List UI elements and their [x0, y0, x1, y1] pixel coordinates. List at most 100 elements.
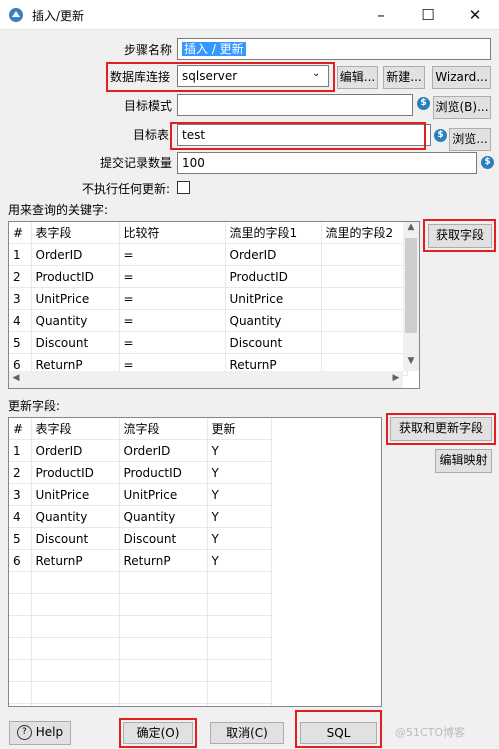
table-cell[interactable]: UnitPrice: [31, 287, 120, 310]
table-row[interactable]: 3 UnitPrice UnitPrice Y: [9, 483, 272, 506]
table-cell[interactable]: ProductID: [31, 265, 120, 288]
table-row[interactable]: 1 OrderID OrderID Y: [9, 439, 272, 462]
table-cell[interactable]: =: [119, 331, 226, 354]
table-cell[interactable]: Y: [207, 527, 272, 550]
column-header[interactable]: #: [9, 222, 32, 244]
target-schema-label: 目标模式: [124, 99, 173, 113]
minimize-icon[interactable]: –: [358, 0, 404, 30]
target-schema-input[interactable]: [177, 94, 413, 116]
table-cell[interactable]: UnitPrice: [31, 483, 120, 506]
table-cell[interactable]: Y: [207, 439, 272, 462]
table-row[interactable]: [9, 593, 272, 616]
column-header[interactable]: 比较符: [119, 222, 226, 244]
table-row[interactable]: [9, 681, 272, 704]
new-connection-button[interactable]: 新建...: [383, 66, 425, 89]
close-icon[interactable]: ✕: [452, 0, 498, 30]
table-cell[interactable]: [321, 331, 408, 354]
cancel-button[interactable]: 取消(C): [210, 722, 284, 744]
table-row[interactable]: [9, 615, 272, 638]
table-cell[interactable]: [321, 287, 408, 310]
column-header[interactable]: 流字段: [119, 418, 208, 440]
wizard-button[interactable]: Wizard...: [432, 66, 491, 89]
keys-horizontal-scrollbar[interactable]: ◀ ▶: [9, 371, 403, 388]
db-connection-select[interactable]: sqlserver: [177, 65, 329, 87]
table-cell[interactable]: Y: [207, 549, 272, 572]
table-row[interactable]: 3 UnitPrice = UnitPrice: [9, 287, 408, 310]
table-cell[interactable]: Discount: [31, 527, 120, 550]
column-header[interactable]: 表字段: [31, 222, 120, 244]
scroll-thumb[interactable]: [405, 238, 417, 333]
column-header[interactable]: 表字段: [31, 418, 120, 440]
get-update-fields-button[interactable]: 获取和更新字段: [390, 417, 492, 441]
table-cell[interactable]: UnitPrice: [225, 287, 322, 310]
table-row[interactable]: 4 Quantity Quantity Y: [9, 505, 272, 528]
table-cell[interactable]: =: [119, 243, 226, 266]
table-cell[interactable]: =: [119, 265, 226, 288]
help-button[interactable]: ? Help: [9, 721, 71, 745]
table-cell[interactable]: ProductID: [225, 265, 322, 288]
table-row[interactable]: 5 Discount Discount Y: [9, 527, 272, 550]
commit-size-input[interactable]: 100: [177, 152, 477, 174]
column-header[interactable]: #: [9, 418, 32, 440]
get-fields-button[interactable]: 获取字段: [428, 224, 492, 248]
table-cell[interactable]: ReturnP: [119, 549, 208, 572]
table-cell[interactable]: Discount: [225, 331, 322, 354]
ok-button[interactable]: 确定(O): [123, 722, 193, 744]
table-row[interactable]: 2 ProductID ProductID Y: [9, 461, 272, 484]
scroll-left-icon[interactable]: ◀: [9, 373, 23, 387]
browse-table-button[interactable]: 浏览...: [449, 128, 491, 151]
table-cell[interactable]: [321, 243, 408, 266]
column-header[interactable]: 流里的字段1: [225, 222, 322, 244]
keys-vertical-scrollbar[interactable]: ▲ ▼: [403, 222, 419, 371]
table-cell[interactable]: =: [119, 287, 226, 310]
table-cell[interactable]: Quantity: [225, 309, 322, 332]
table-cell[interactable]: Y: [207, 483, 272, 506]
table-cell[interactable]: Quantity: [31, 309, 120, 332]
table-cell[interactable]: [321, 265, 408, 288]
table-cell[interactable]: OrderID: [119, 439, 208, 462]
table-cell[interactable]: Quantity: [119, 505, 208, 528]
db-connection-label: 数据库连接: [110, 70, 171, 84]
table-cell[interactable]: ProductID: [119, 461, 208, 484]
table-row[interactable]: 4 Quantity = Quantity: [9, 309, 408, 332]
window-title: 插入/更新: [32, 9, 85, 23]
keys-table: # 表字段 比较符 流里的字段1 流里的字段2 1 OrderID = OrderID…: [8, 221, 420, 389]
table-cell[interactable]: OrderID: [31, 439, 120, 462]
table-cell[interactable]: Discount: [31, 331, 120, 354]
table-cell[interactable]: UnitPrice: [119, 483, 208, 506]
scroll-right-icon[interactable]: ▶: [389, 373, 403, 387]
chevron-down-icon[interactable]: ⌄: [312, 68, 320, 79]
edit-connection-button[interactable]: 编辑...: [337, 66, 378, 89]
table-row[interactable]: [9, 571, 272, 594]
sql-button[interactable]: SQL: [300, 722, 377, 744]
scroll-up-icon[interactable]: ▲: [403, 222, 419, 236]
table-cell[interactable]: Y: [207, 505, 272, 528]
table-row[interactable]: 2 ProductID = ProductID: [9, 265, 408, 288]
column-header[interactable]: 更新: [207, 418, 272, 440]
table-cell[interactable]: OrderID: [225, 243, 322, 266]
browse-schema-button[interactable]: 浏览(B)...: [433, 96, 491, 119]
table-cell[interactable]: Quantity: [31, 505, 120, 528]
table-row[interactable]: [9, 703, 272, 706]
table-cell[interactable]: =: [119, 309, 226, 332]
app-icon: [9, 8, 23, 22]
maximize-icon[interactable]: ☐: [405, 0, 451, 30]
table-row[interactable]: [9, 659, 272, 682]
step-name-input[interactable]: 插入 / 更新: [177, 38, 491, 60]
no-update-checkbox[interactable]: [177, 181, 190, 194]
edit-mapping-button[interactable]: 编辑映射: [435, 449, 492, 473]
table-cell[interactable]: Discount: [119, 527, 208, 550]
table-cell[interactable]: OrderID: [31, 243, 120, 266]
column-header[interactable]: 流里的字段2: [321, 222, 408, 244]
table-cell[interactable]: [321, 309, 408, 332]
table-cell[interactable]: ReturnP: [31, 549, 120, 572]
row-number: 6: [9, 549, 32, 572]
table-row[interactable]: [9, 637, 272, 660]
table-row[interactable]: 1 OrderID = OrderID: [9, 243, 408, 266]
table-row[interactable]: 6 ReturnP ReturnP Y: [9, 549, 272, 572]
scroll-down-icon[interactable]: ▼: [403, 356, 419, 370]
table-cell[interactable]: ProductID: [31, 461, 120, 484]
table-cell[interactable]: Y: [207, 461, 272, 484]
row-number: 1: [9, 243, 32, 266]
table-row[interactable]: 5 Discount = Discount: [9, 331, 408, 354]
